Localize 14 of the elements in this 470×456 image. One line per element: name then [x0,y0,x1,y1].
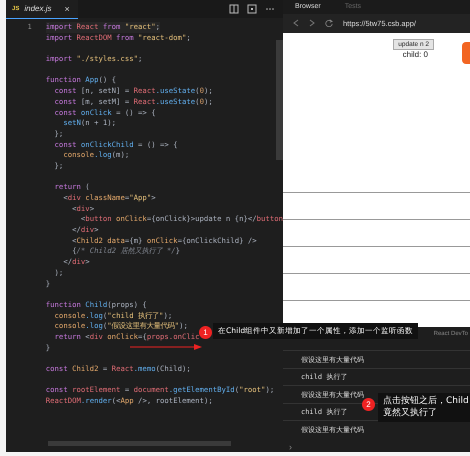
arrow [130,344,202,350]
side-tab[interactable] [462,42,470,64]
refresh-icon[interactable] [325,19,333,28]
split-icon[interactable] [229,4,239,14]
annotation-note: 点击按钮之后，Child竟然又执行了 [378,393,470,422]
scrollbar[interactable] [48,441,231,446]
console-prompt[interactable]: › [283,442,470,452]
preview-icon[interactable] [247,4,257,14]
back-icon[interactable] [293,19,299,28]
scrollbar[interactable] [276,40,283,160]
child-label: child: 0 [402,50,428,60]
file-name: index.js [24,4,52,13]
forward-icon[interactable] [309,19,315,28]
close-icon[interactable]: × [64,4,70,14]
